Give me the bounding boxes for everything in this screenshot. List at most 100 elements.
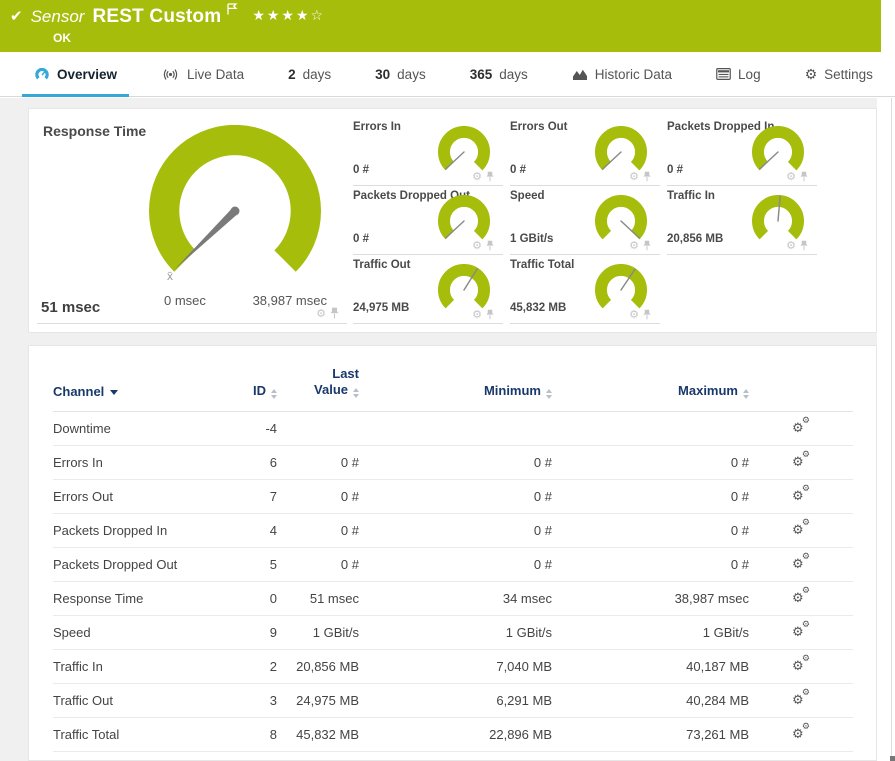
gauge-value: 45,832 MB xyxy=(510,302,566,314)
tab-label: Historic Data xyxy=(595,67,672,82)
channel-id-cell: 9 xyxy=(225,615,277,649)
main-gauge-cell: Response Time x̄ 0 msec 38,987 msec 51 m… xyxy=(37,117,347,324)
channel-settings-icon[interactable]: ⚙⚙ xyxy=(792,452,810,469)
tab-historic-data[interactable]: Historic Data xyxy=(564,52,680,96)
tab-365-days[interactable]: 365days xyxy=(462,52,536,96)
channel-settings-icon[interactable]: ⚙⚙ xyxy=(792,520,810,537)
pin-icon[interactable] xyxy=(800,240,808,251)
channel-name-cell: Packets Dropped In xyxy=(53,513,225,547)
sort-icon xyxy=(546,389,552,399)
table-row[interactable]: Traffic Total845,832 MB22,896 MB73,261 M… xyxy=(53,717,853,751)
minimum-cell: 0 # xyxy=(359,479,552,513)
maximum-cell xyxy=(552,411,749,445)
sort-icon xyxy=(743,389,749,399)
gauge-cell-errors-in: Errors In0 #⚙ xyxy=(353,117,503,186)
gear-icon[interactable]: ⚙ xyxy=(629,309,639,320)
gear-icon[interactable]: ⚙ xyxy=(629,240,639,251)
channel-name-cell: Traffic Out xyxy=(53,683,225,717)
sort-icon xyxy=(353,388,359,398)
channel-id-cell: 5 xyxy=(225,547,277,581)
gauge-value: 24,975 MB xyxy=(353,302,409,314)
table-row[interactable]: Traffic Out324,975 MB6,291 MB40,284 MB⚙⚙ xyxy=(53,683,853,717)
column-header-channel[interactable]: Channel xyxy=(53,350,225,411)
gear-icon[interactable]: ⚙ xyxy=(472,309,482,320)
tab-log[interactable]: Log xyxy=(708,52,769,96)
channel-settings-icon[interactable]: ⚙⚙ xyxy=(792,418,810,435)
table-row[interactable]: Packets Dropped In40 #0 #0 #⚙⚙ xyxy=(53,513,853,547)
table-row[interactable]: Errors In60 #0 #0 #⚙⚙ xyxy=(53,445,853,479)
channel-settings-icon[interactable]: ⚙⚙ xyxy=(792,554,810,571)
table-row[interactable]: Errors Out70 #0 #0 #⚙⚙ xyxy=(53,479,853,513)
column-header-maximum[interactable]: Maximum xyxy=(552,350,749,411)
star-rating[interactable]: ★★★★☆ xyxy=(252,7,325,24)
gauges-panel: Response Time x̄ 0 msec 38,987 msec 51 m… xyxy=(28,108,877,333)
column-header-last-value[interactable]: Last Value xyxy=(277,350,359,411)
tab-2-days[interactable]: 2days xyxy=(280,52,339,96)
pin-icon[interactable] xyxy=(486,171,494,182)
pin-icon[interactable] xyxy=(330,307,339,319)
log-icon xyxy=(716,68,731,80)
column-header-actions xyxy=(749,350,853,411)
table-row[interactable]: Traffic In220,856 MB7,040 MB40,187 MB⚙⚙ xyxy=(53,649,853,683)
pin-icon[interactable] xyxy=(643,240,651,251)
maximum-cell: 38,987 msec xyxy=(552,581,749,615)
gear-icon[interactable]: ⚙ xyxy=(472,171,482,182)
minimum-cell: 0 # xyxy=(359,547,552,581)
tab-overview[interactable]: Overview xyxy=(26,52,125,96)
minimum-cell: 0 # xyxy=(359,513,552,547)
flag-icon[interactable] xyxy=(227,2,238,20)
gear-icon[interactable]: ⚙ xyxy=(629,171,639,182)
maximum-cell: 40,187 MB xyxy=(552,649,749,683)
tab-label: days xyxy=(397,67,426,82)
pin-icon[interactable] xyxy=(643,309,651,320)
pin-icon[interactable] xyxy=(486,240,494,251)
pin-icon[interactable] xyxy=(643,171,651,182)
column-header-minimum[interactable]: Minimum xyxy=(359,350,552,411)
gear-icon[interactable]: ⚙ xyxy=(786,240,796,251)
tab-number: 30 xyxy=(375,67,390,82)
table-row[interactable]: Packets Dropped Out50 #0 #0 #⚙⚙ xyxy=(53,547,853,581)
minimum-cell: 22,896 MB xyxy=(359,717,552,751)
channel-settings-icon[interactable]: ⚙⚙ xyxy=(792,724,810,741)
channel-settings-icon[interactable]: ⚙⚙ xyxy=(792,486,810,503)
channel-settings-icon[interactable]: ⚙⚙ xyxy=(792,588,810,605)
tab-settings[interactable]: ⚙Settings xyxy=(797,52,881,96)
channel-id-cell: 3 xyxy=(225,683,277,717)
maximum-cell: 40,284 MB xyxy=(552,683,749,717)
maximum-cell: 0 # xyxy=(552,479,749,513)
channel-name-cell: Errors Out xyxy=(53,479,225,513)
last-value-cell xyxy=(277,411,359,445)
pin-icon[interactable] xyxy=(486,309,494,320)
tab-30-days[interactable]: 30 days xyxy=(367,52,434,96)
gauge-cell-packets-dropped-in: Packets Dropped In0 #⚙ xyxy=(667,117,817,186)
channel-settings-icon[interactable]: ⚙⚙ xyxy=(792,622,810,639)
chart-icon xyxy=(572,68,588,81)
gear-icon[interactable]: ⚙ xyxy=(316,308,326,319)
gear-icon[interactable]: ⚙ xyxy=(786,171,796,182)
gauge-value: 0 # xyxy=(353,164,369,176)
right-gutter xyxy=(877,98,895,761)
pin-icon[interactable] xyxy=(800,171,808,182)
minimum-cell: 0 # xyxy=(359,445,552,479)
last-value-cell: 51 msec xyxy=(277,581,359,615)
gauge-title: Traffic In xyxy=(667,190,715,202)
tab-number: 365 xyxy=(470,67,493,82)
sensor-header: ✔ Sensor REST Custom ★★★★☆ OK xyxy=(0,0,881,52)
channel-name-cell: Errors In xyxy=(53,445,225,479)
column-header-id[interactable]: ID xyxy=(225,350,277,411)
channel-settings-icon[interactable]: ⚙⚙ xyxy=(792,690,810,707)
tab-label: Live Data xyxy=(187,67,244,82)
last-value-cell: 20,856 MB xyxy=(277,649,359,683)
gear-icon[interactable]: ⚙ xyxy=(472,240,482,251)
table-row[interactable]: Response Time051 msec34 msec38,987 msec⚙… xyxy=(53,581,853,615)
gauge-cell-speed: Speed1 GBit/s⚙ xyxy=(510,186,660,255)
gauge-title: Traffic Total xyxy=(510,259,574,271)
tab-live-data[interactable]: Live Data xyxy=(153,52,252,96)
main-gauge-title: Response Time xyxy=(43,123,146,139)
table-row[interactable]: Downtime-4⚙⚙ xyxy=(53,411,853,445)
status-badge: OK xyxy=(0,28,881,45)
channel-id-cell: -4 xyxy=(225,411,277,445)
sensor-kind-label: Sensor xyxy=(31,7,85,27)
channel-settings-icon[interactable]: ⚙⚙ xyxy=(792,656,810,673)
table-row[interactable]: Speed91 GBit/s1 GBit/s1 GBit/s⚙⚙ xyxy=(53,615,853,649)
